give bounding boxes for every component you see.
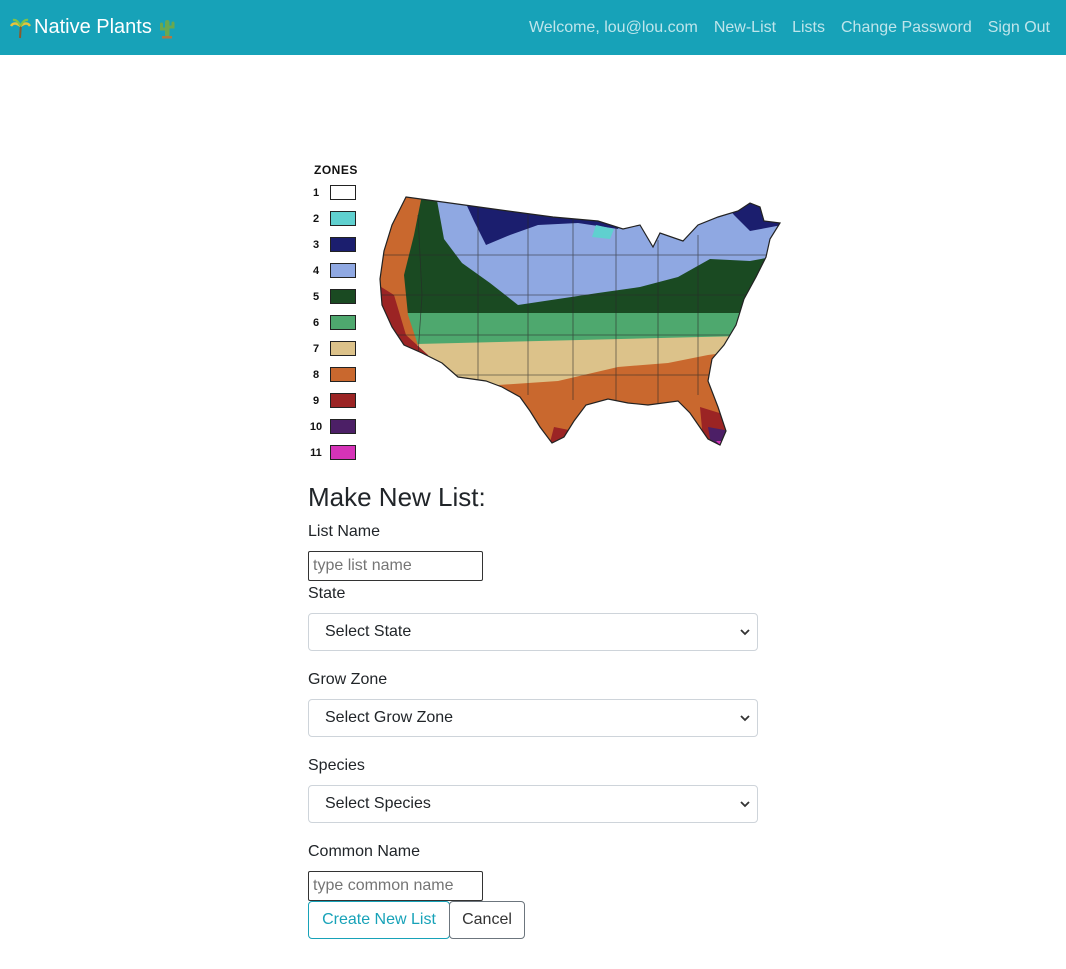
- zone-number: 6: [312, 317, 320, 329]
- legend-row-zone-2: 2: [308, 211, 363, 227]
- zone-swatch: [330, 419, 356, 434]
- zone-swatch: [330, 393, 356, 408]
- common-name-input[interactable]: [308, 871, 483, 901]
- form-title: Make New List:: [308, 482, 486, 512]
- zone-swatch: [330, 341, 356, 356]
- zone-number: 2: [312, 213, 320, 225]
- zone-number: 8: [312, 369, 320, 381]
- species-label: Species: [308, 757, 365, 774]
- list-name-input[interactable]: [308, 551, 483, 581]
- zone-number: 9: [312, 395, 320, 407]
- zone-swatch: [330, 263, 356, 278]
- nav-links: Welcome, lou@lou.com New-List Lists Chan…: [529, 19, 1050, 37]
- zone-legend: ZONES 1 2 3 4 5 6 7 8 9 10 11: [308, 160, 363, 465]
- zone-swatch: [330, 445, 356, 460]
- legend-row-zone-4: 4: [308, 263, 363, 279]
- zone-swatch: [330, 211, 356, 226]
- nav-welcome[interactable]: Welcome, lou@lou.com: [529, 19, 698, 37]
- zone-swatch: [330, 185, 356, 200]
- zone-number: 11: [310, 447, 322, 459]
- common-name-label: Common Name: [308, 843, 421, 860]
- zone-number: 1: [312, 187, 320, 199]
- cancel-button[interactable]: Cancel: [449, 901, 525, 939]
- legend-row-zone-7: 7: [308, 341, 363, 357]
- map-zone-10-region: [708, 427, 730, 445]
- legend-title: ZONES: [314, 163, 358, 177]
- species-select[interactable]: Select Species: [308, 785, 758, 823]
- create-new-list-button[interactable]: Create New List: [308, 901, 450, 939]
- state-label: State: [308, 585, 346, 602]
- nav-new-list[interactable]: New-List: [714, 19, 776, 37]
- brand-name: Native Plants: [34, 16, 152, 38]
- chevron-down-icon: [740, 801, 750, 808]
- list-name-label: List Name: [308, 523, 381, 540]
- zone-swatch: [330, 237, 356, 252]
- legend-row-zone-1: 1: [308, 185, 363, 201]
- zone-number: 7: [312, 343, 320, 355]
- legend-row-zone-3: 3: [308, 237, 363, 253]
- zone-swatch: [330, 289, 356, 304]
- zone-number: 4: [312, 265, 320, 277]
- chevron-down-icon: [740, 629, 750, 636]
- grow-zone-label: Grow Zone: [308, 671, 388, 688]
- cactus-icon: [155, 16, 179, 40]
- zone-swatch: [330, 315, 356, 330]
- grow-zone-select[interactable]: Select Grow Zone: [308, 699, 758, 737]
- species-select-value: Select Species: [325, 795, 431, 812]
- zone-number: 5: [312, 291, 320, 303]
- legend-row-zone-11: 11: [308, 445, 363, 461]
- zone-swatch: [330, 367, 356, 382]
- legend-row-zone-6: 6: [308, 315, 363, 331]
- brand-link[interactable]: Native Plants: [8, 16, 179, 40]
- nav-sign-out[interactable]: Sign Out: [988, 19, 1050, 37]
- palm-icon: [8, 16, 32, 40]
- navbar: Native Plants Welcome, lou@lou.com New-L…: [0, 0, 1066, 55]
- legend-row-zone-10: 10: [308, 419, 363, 435]
- zone-number: 3: [312, 239, 320, 251]
- grow-zone-select-value: Select Grow Zone: [325, 709, 454, 726]
- grow-zone-map: [379, 196, 782, 446]
- chevron-down-icon: [740, 715, 750, 722]
- nav-change-password[interactable]: Change Password: [841, 19, 972, 37]
- nav-lists[interactable]: Lists: [792, 19, 825, 37]
- legend-row-zone-5: 5: [308, 289, 363, 305]
- state-select[interactable]: Select State: [308, 613, 758, 651]
- legend-row-zone-8: 8: [308, 367, 363, 383]
- state-select-value: Select State: [325, 623, 412, 640]
- zone-number: 10: [309, 421, 323, 433]
- legend-row-zone-9: 9: [308, 393, 363, 409]
